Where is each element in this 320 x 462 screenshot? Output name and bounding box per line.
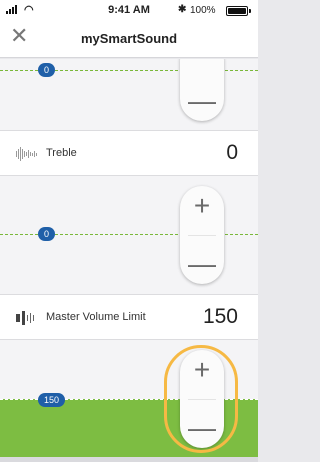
- minus-button[interactable]: —: [180, 408, 224, 448]
- treble-label: Treble: [46, 147, 77, 159]
- plus-button[interactable]: +: [180, 350, 224, 390]
- top-slider-value: 0: [38, 63, 56, 77]
- master-volume-slider-value: 150: [38, 393, 66, 407]
- treble-row: Treble 0: [0, 130, 258, 176]
- top-slider-panel: 0 —: [0, 59, 258, 130]
- master-volume-stepper[interactable]: + —: [180, 350, 224, 448]
- stepper-divider: [188, 399, 216, 400]
- minus-button[interactable]: —: [180, 81, 224, 121]
- treble-stepper[interactable]: + —: [180, 186, 224, 284]
- treble-slider-value: 0: [38, 227, 56, 241]
- top-stepper[interactable]: —: [180, 59, 224, 121]
- master-volume-label: Master Volume Limit: [46, 311, 146, 323]
- nav-bar: ✕ mySmartSound: [0, 20, 258, 58]
- volume-icon: [16, 310, 34, 326]
- treble-value: 0: [226, 141, 238, 164]
- plus-button[interactable]: +: [180, 186, 224, 226]
- master-volume-row: Master Volume Limit 150: [0, 294, 258, 340]
- status-time: 9:41 AM: [108, 4, 150, 16]
- treble-icon: [16, 146, 37, 162]
- battery-icon: [226, 6, 251, 16]
- bottom-edge: [0, 457, 258, 462]
- master-volume-slider-panel[interactable]: 150 + —: [0, 340, 258, 457]
- battery-percent: 100%: [190, 5, 216, 16]
- treble-slider-panel[interactable]: 0 + —: [0, 176, 258, 294]
- page-title: mySmartSound: [80, 31, 178, 46]
- bluetooth-icon: ✱: [178, 4, 187, 15]
- minus-button[interactable]: —: [180, 244, 224, 284]
- stepper-divider: [188, 235, 216, 236]
- master-volume-value: 150: [202, 305, 238, 328]
- status-bar: ◠ 9:41 AM ✱ 100%: [0, 0, 258, 20]
